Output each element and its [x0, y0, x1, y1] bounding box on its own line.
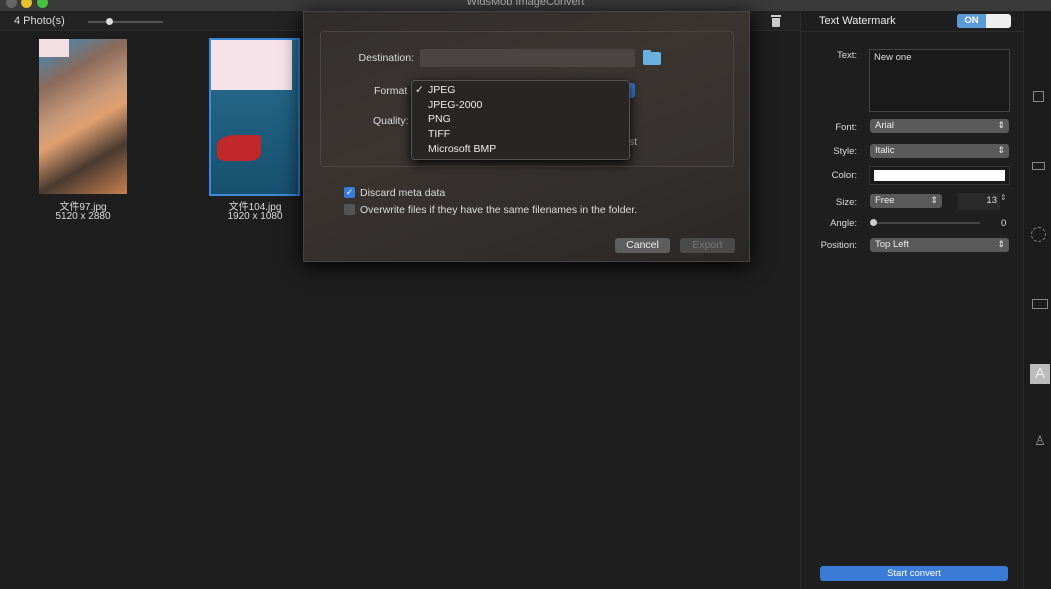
size-label: Size:: [835, 197, 857, 208]
toggle-on-label: ON: [957, 14, 986, 28]
angle-label: Angle:: [830, 218, 857, 229]
watermark-toggle[interactable]: ON: [957, 14, 1011, 28]
photo-thumbnail-selected[interactable]: [209, 38, 300, 196]
angle-slider[interactable]: [870, 219, 980, 226]
position-label: Position:: [820, 240, 857, 251]
discard-meta-checkbox[interactable]: ✓: [344, 187, 355, 198]
export-button[interactable]: Export: [680, 238, 735, 253]
photo-thumbnail[interactable]: [39, 39, 127, 194]
format-label: Format: [374, 85, 408, 97]
watermark-preview: [39, 39, 69, 57]
size-mode-value: Free: [875, 195, 895, 206]
border-icon[interactable]: [1032, 299, 1048, 309]
cancel-button[interactable]: Cancel: [615, 238, 670, 253]
stamp-icon[interactable]: ♙: [1032, 433, 1048, 451]
stepper-arrows-icon: ⇕: [997, 239, 1005, 249]
folder-icon[interactable]: [643, 50, 661, 65]
format-option-jpeg[interactable]: JPEG: [428, 84, 455, 96]
tool-sidebar: A ♙: [1023, 11, 1051, 589]
color-label: Color:: [831, 170, 857, 181]
size-input[interactable]: 13: [958, 193, 1000, 210]
size-mode-select[interactable]: Free ⇕: [870, 194, 942, 208]
resize-icon[interactable]: [1033, 91, 1044, 102]
overwrite-label: Overwrite files if they have the same fi…: [360, 204, 638, 216]
trash-icon[interactable]: [771, 14, 781, 27]
format-option-bmp[interactable]: Microsoft BMP: [428, 143, 496, 155]
font-value: Arial: [875, 120, 895, 131]
text-label: Text:: [836, 50, 857, 61]
angle-slider-thumb[interactable]: [870, 219, 877, 226]
font-label: Font:: [835, 122, 857, 133]
stepper-arrows-icon: ⇕: [997, 120, 1005, 130]
panel-title: Text Watermark: [819, 15, 896, 27]
discard-meta-label: Discard meta data: [360, 187, 446, 199]
font-select[interactable]: Arial ⇕: [870, 119, 1009, 133]
watermark-preview: [211, 40, 292, 90]
destination-label: Destination:: [358, 52, 414, 64]
text-watermark-icon[interactable]: A: [1030, 364, 1050, 384]
overwrite-checkbox[interactable]: [344, 204, 355, 215]
destination-input[interactable]: [420, 49, 635, 67]
size-stepper[interactable]: ⇕: [1000, 193, 1008, 210]
format-option-png[interactable]: PNG: [428, 113, 451, 125]
checkmark-icon: ✓: [415, 84, 424, 96]
style-value: Italic: [875, 145, 895, 156]
crop-icon[interactable]: [1032, 162, 1045, 170]
color-well[interactable]: [869, 166, 1010, 185]
thumbnail-size-slider[interactable]: [88, 18, 163, 25]
format-dropdown-menu: ✓ JPEG JPEG-2000 PNG TIFF Microsoft BMP: [411, 80, 630, 160]
hidden-text: st: [629, 136, 638, 148]
slider-thumb[interactable]: [106, 18, 113, 25]
photo-dimensions: 5120 x 2880: [55, 211, 111, 222]
export-dialog: Destination: Format Quality: st ✓ Discar…: [303, 11, 750, 262]
photo-dimensions: 1920 x 1080: [227, 211, 283, 222]
window-title: WidsMob ImageConvert: [466, 0, 585, 8]
position-value: Top Left: [875, 239, 909, 250]
title-bar: WidsMob ImageConvert: [0, 0, 1051, 11]
watermark-text-input[interactable]: New one: [869, 49, 1010, 112]
position-select[interactable]: Top Left ⇕: [870, 238, 1009, 252]
quality-label: Quality:: [373, 115, 409, 127]
angle-value: 0: [1001, 218, 1007, 229]
style-select[interactable]: Italic ⇕: [870, 144, 1009, 158]
watermark-panel: Text Watermark ON Text: New one Font: Ar…: [800, 11, 1024, 589]
style-label: Style:: [833, 146, 857, 157]
format-option-tiff[interactable]: TIFF: [428, 128, 450, 140]
stepper-arrows-icon: ⇕: [997, 145, 1005, 155]
format-option-jpeg2000[interactable]: JPEG-2000: [428, 99, 482, 111]
rotate-icon[interactable]: [1031, 227, 1046, 242]
start-convert-button[interactable]: Start convert: [820, 566, 1008, 581]
photo-count: 4 Photo(s): [14, 15, 65, 27]
stepper-arrows-icon: ⇕: [930, 195, 938, 205]
